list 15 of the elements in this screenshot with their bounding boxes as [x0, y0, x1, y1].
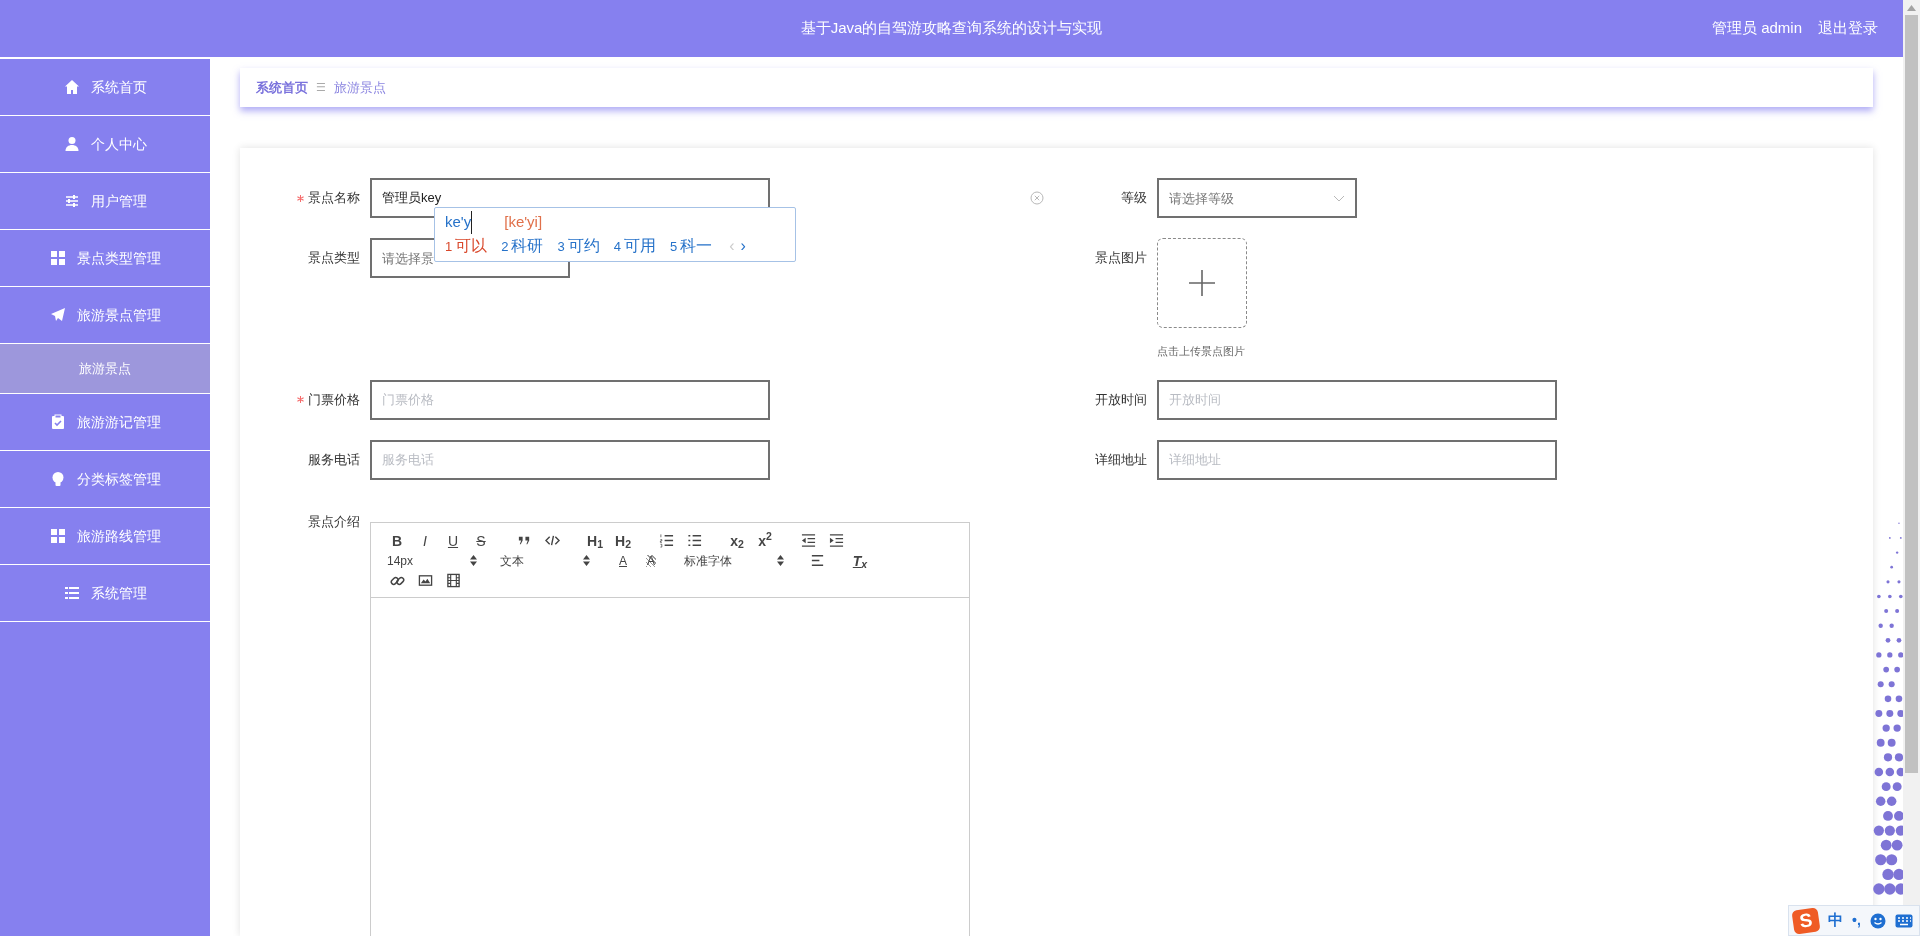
field-label: 景点介绍	[308, 512, 360, 531]
upload-hint: 点击上传景点图片	[1157, 344, 1246, 359]
field-label: 开放时间	[1095, 390, 1147, 409]
breadcrumb-separator: ☰	[316, 80, 326, 96]
field-label: 详细地址	[1095, 450, 1147, 469]
user-name: 管理员 admin	[1711, 18, 1802, 39]
ime-composition: ke'y	[445, 211, 473, 234]
field-label: 景点类型	[308, 249, 360, 268]
ime-logo: S	[1791, 906, 1821, 935]
field-label: 门票价格	[308, 390, 360, 409]
field-label: 服务电话	[308, 450, 360, 469]
app-title: 基于Java的自驾游攻略查询系统的设计与实现	[800, 18, 1103, 39]
field-label: 景点名称	[308, 189, 360, 208]
field-label: 等级	[1121, 189, 1147, 208]
field-label: 景点图片	[1095, 249, 1147, 268]
